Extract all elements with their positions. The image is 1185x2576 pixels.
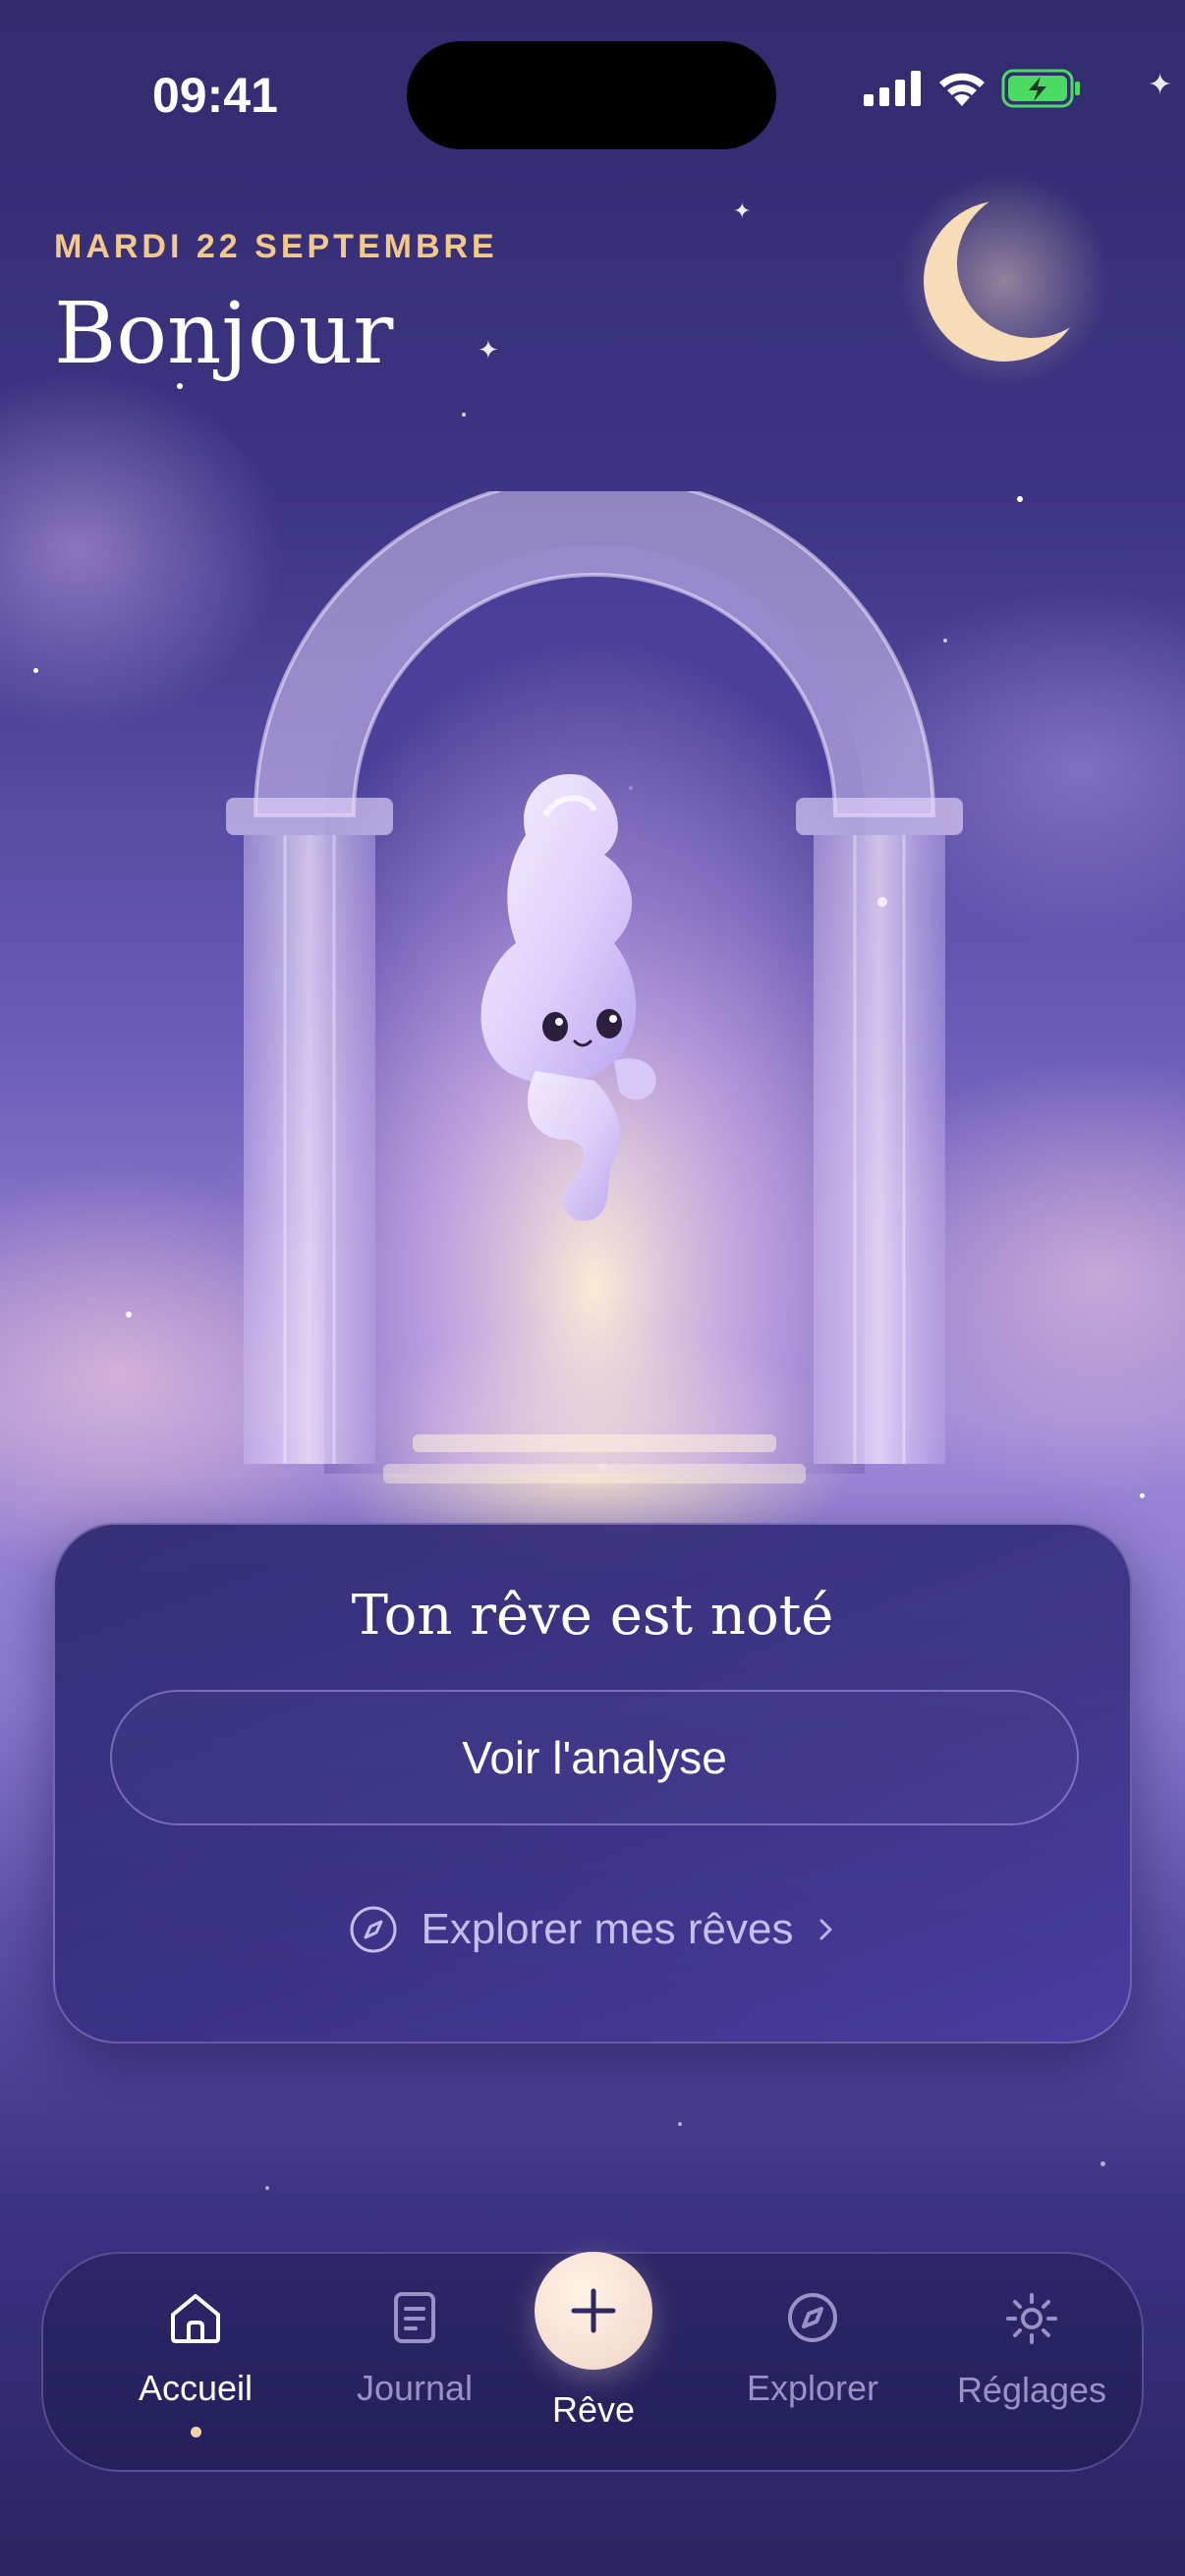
battery-charging-icon	[1001, 69, 1080, 108]
chevron-right-icon	[819, 1919, 831, 1940]
sun-icon	[1006, 2293, 1057, 2344]
dreamscape-background: ✦ ✦ ✦ ✦	[0, 0, 1185, 2576]
dream-saved-card: Ton rêve est noté Voir l'analyse Explore…	[53, 1523, 1132, 2044]
tab-label: Réglages	[956, 2370, 1107, 2410]
tab-label: Journal	[356, 2368, 474, 2408]
card-title: Ton rêve est noté	[351, 1584, 834, 1648]
new-dream-label[interactable]: Rêve	[495, 2389, 692, 2431]
new-dream-button[interactable]	[535, 2252, 652, 2370]
star	[126, 1312, 132, 1317]
explore-dreams-link[interactable]: Explorer mes rêves	[55, 1890, 1130, 1969]
tab-journal[interactable]: Journal	[316, 2291, 513, 2448]
dynamic-island	[407, 41, 776, 149]
star	[678, 2122, 682, 2126]
greeting-title: Bonjour	[54, 285, 394, 383]
tab-accueil[interactable]: Accueil	[97, 2291, 294, 2448]
tab-label: Accueil	[138, 2368, 254, 2408]
view-analysis-button[interactable]: Voir l'analyse	[110, 1690, 1079, 1825]
active-indicator	[190, 2427, 201, 2437]
clock-time: 09:41	[152, 68, 278, 123]
star	[177, 383, 183, 389]
journal-icon	[394, 2292, 435, 2343]
crescent-moon	[898, 175, 1110, 387]
star	[1017, 496, 1023, 502]
compass-icon	[788, 2293, 837, 2342]
tab-bar: Accueil Journal Rêve Explorer Réglages	[41, 2252, 1144, 2472]
star	[33, 668, 38, 673]
sparkle: ✦	[733, 199, 752, 224]
current-date: MARDI 22 SEPTEMBRE	[54, 228, 498, 265]
star	[1140, 1493, 1145, 1498]
sparkle: ✦	[478, 336, 499, 365]
tab-explorer[interactable]: Explorer	[714, 2291, 911, 2448]
star	[462, 413, 466, 417]
status-icons	[864, 69, 1082, 108]
wifi-icon	[939, 73, 985, 106]
tab-reglages[interactable]: Réglages	[933, 2291, 1130, 2448]
dream-spirit-mascot	[480, 774, 656, 1221]
cellular-signal-icon	[864, 71, 921, 106]
star	[1100, 2161, 1105, 2166]
star	[265, 2186, 269, 2190]
tab-label: Explorer	[746, 2368, 879, 2408]
status-bar: 09:41	[0, 0, 1185, 187]
plus-icon	[571, 2288, 616, 2333]
home-icon	[171, 2294, 220, 2343]
explore-dreams-label: Explorer mes rêves	[421, 1905, 794, 1953]
compass-icon	[350, 1906, 397, 1953]
